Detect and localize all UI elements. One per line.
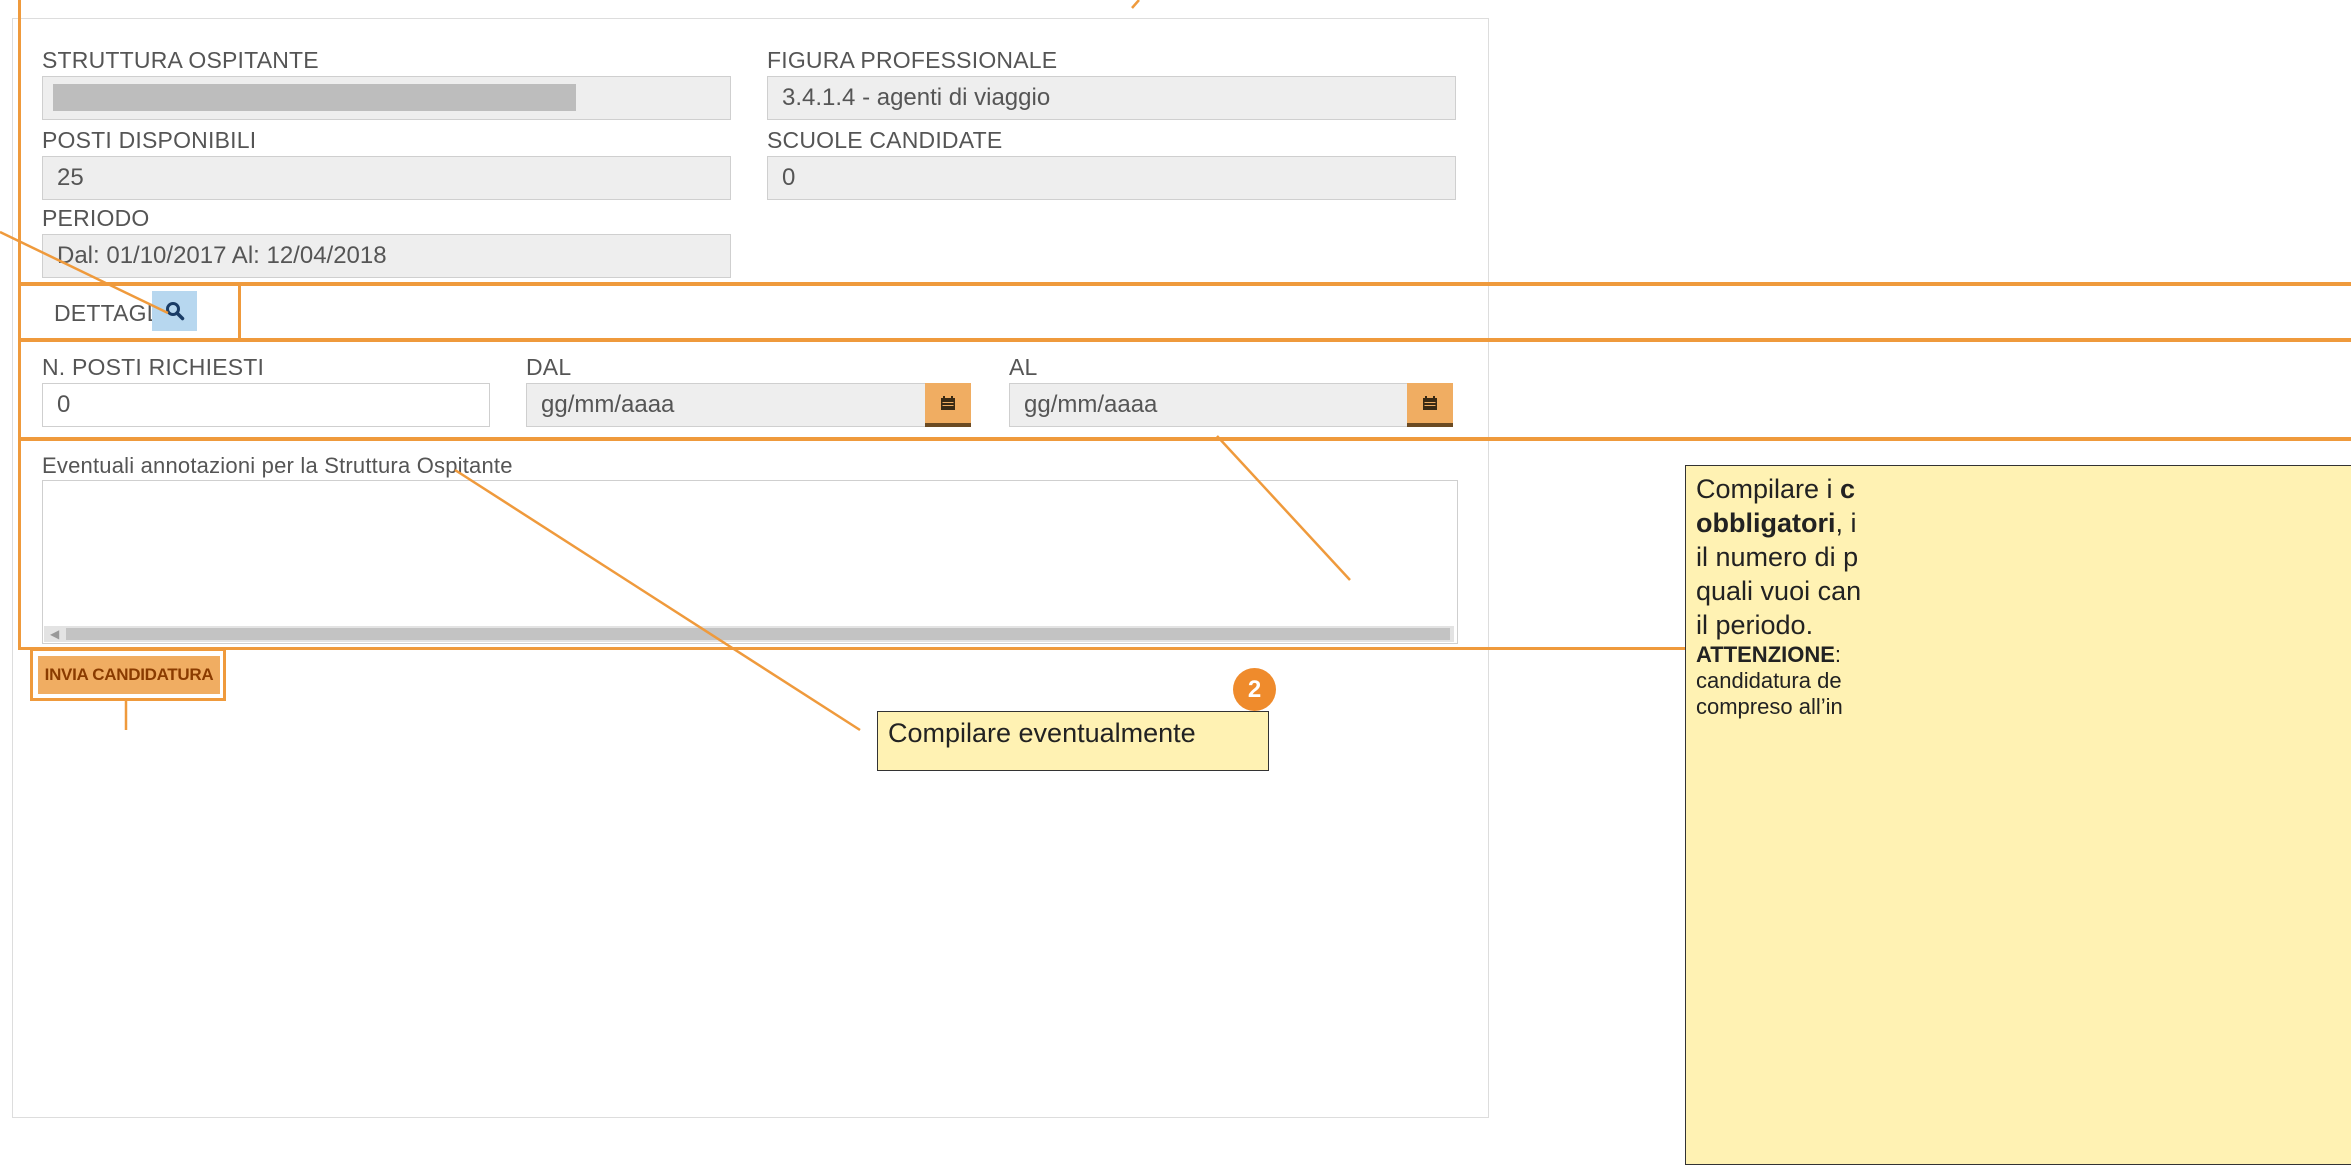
callout-text: quali vuoi can	[1696, 576, 1862, 606]
highlight-request-row	[18, 339, 2351, 440]
highlight-dettaglio-row	[239, 283, 2351, 341]
callout-text: candidatura de	[1696, 668, 1842, 693]
highlight-dettaglio	[18, 283, 241, 341]
callout-instructions: Compilare i c obbligatori, i il numero d…	[1685, 465, 2351, 1165]
callout-bold: c	[1840, 474, 1856, 504]
callout-text: Compilare eventualmente	[888, 718, 1196, 748]
highlight-submit	[30, 648, 226, 701]
callout-text: compreso all’in	[1696, 694, 1843, 719]
callout-text: , i	[1835, 508, 1857, 538]
callout-text: :	[1834, 642, 1842, 667]
callout-text: il numero di p	[1696, 542, 1859, 572]
step-badge: 2	[1233, 668, 1276, 711]
callout-bold: obbligatori	[1696, 508, 1836, 538]
highlight-info-section	[18, 0, 2351, 285]
callout-bold: ATTENZIONE	[1696, 642, 1835, 667]
callout-text: il periodo.	[1696, 610, 1814, 640]
callout-annotazioni: Compilare eventualmente	[877, 711, 1269, 771]
callout-text: Compilare i	[1696, 474, 1841, 504]
